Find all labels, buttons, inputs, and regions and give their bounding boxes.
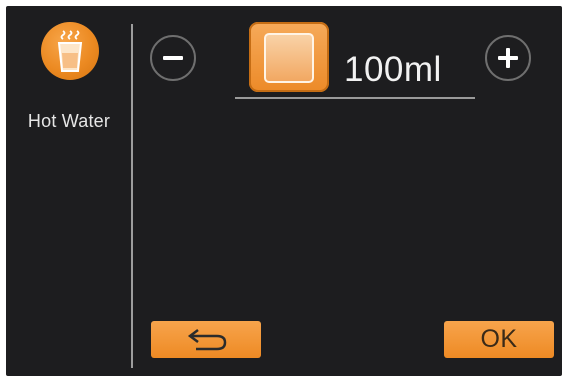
decrease-volume-button[interactable] bbox=[150, 35, 196, 81]
volume-underline bbox=[235, 97, 475, 99]
volume-value: 100ml bbox=[344, 50, 442, 89]
increase-volume-button[interactable] bbox=[485, 35, 531, 81]
hot-water-cup-icon bbox=[41, 22, 99, 80]
back-button[interactable] bbox=[151, 321, 261, 358]
ok-label: OK bbox=[480, 325, 518, 353]
plus-icon bbox=[498, 48, 518, 68]
ok-button[interactable]: OK bbox=[444, 321, 554, 358]
sidebar-item-label: Hot Water bbox=[27, 111, 111, 131]
sidebar-item-hot-water[interactable]: Hot Water bbox=[14, 22, 124, 142]
cup-size-icon bbox=[249, 22, 329, 92]
sidebar-divider bbox=[131, 24, 133, 368]
coffee-machine-screen: Hot Water 100ml OK bbox=[6, 6, 562, 376]
back-arrow-icon bbox=[187, 329, 227, 351]
cup-size-inner bbox=[264, 33, 314, 83]
minus-icon bbox=[163, 56, 183, 60]
